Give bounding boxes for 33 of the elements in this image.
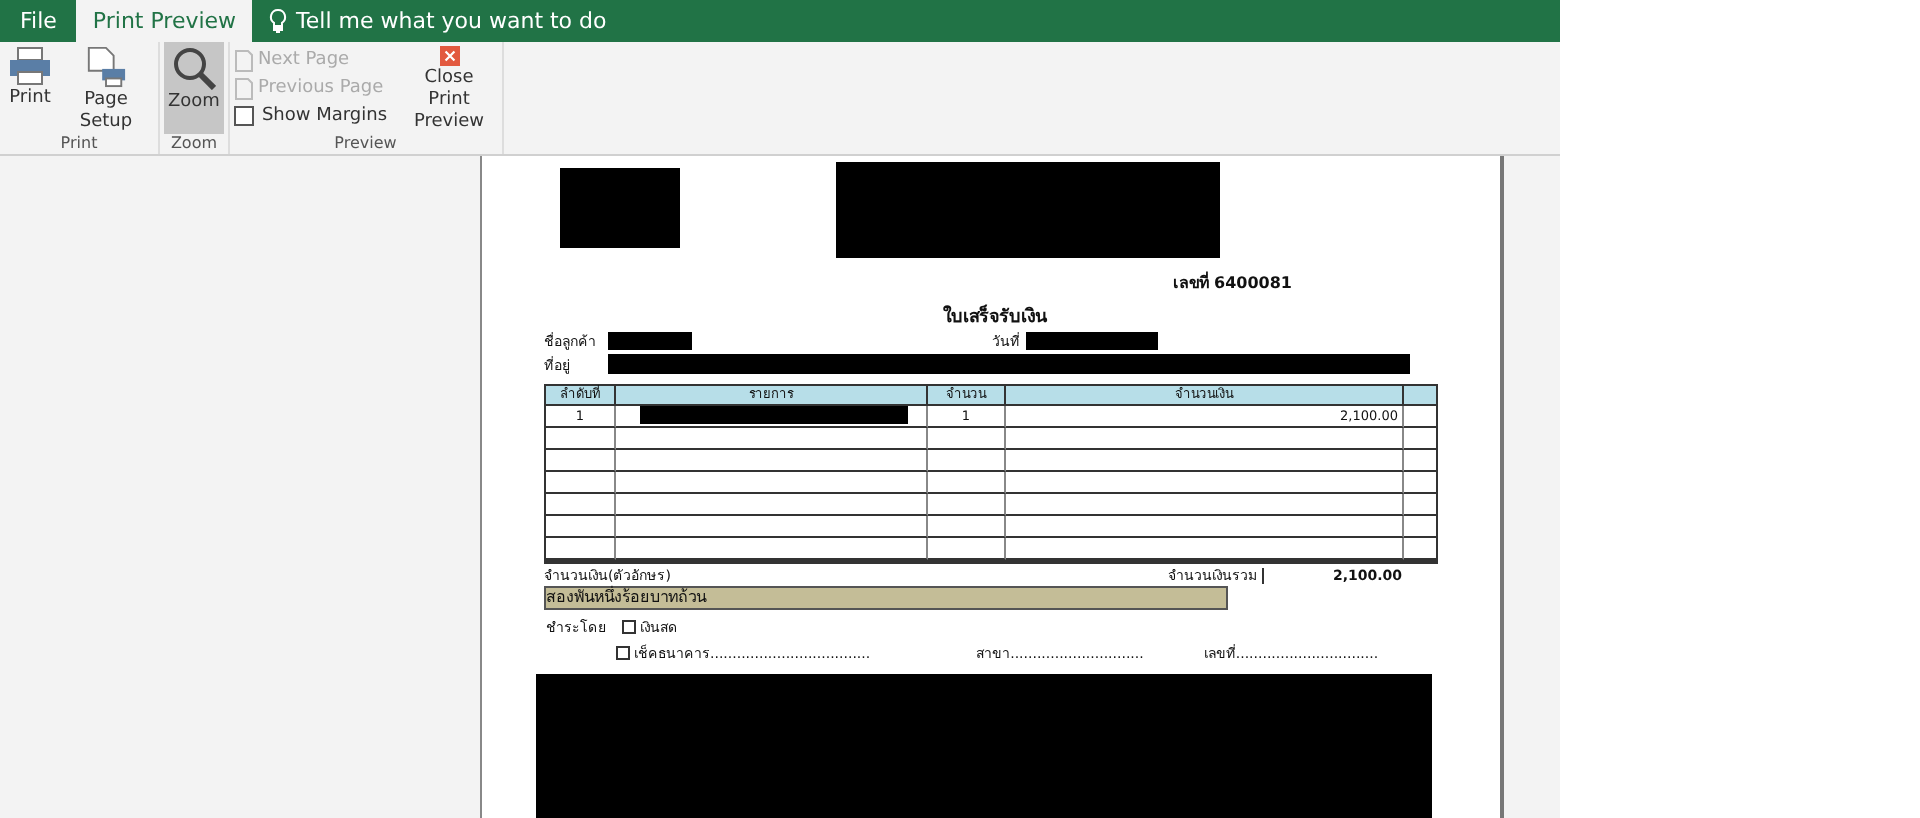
page-icon: [233, 77, 254, 99]
table-cell: [546, 493, 616, 516]
amount-in-words: สองพันหนึ่งร้อยบาทถ้วน: [544, 586, 1228, 611]
ribbon-button[interactable]: Close Print Preview: [401, 42, 498, 134]
table-cell: [546, 449, 616, 472]
lightbulb-icon: [268, 8, 289, 34]
ribbon-button[interactable]: Zoom: [164, 42, 224, 134]
table-cell: [928, 449, 1006, 472]
redaction-block: [608, 332, 692, 351]
table-cell: [928, 515, 1006, 538]
show-margins-checkbox[interactable]: Show Margins: [233, 104, 388, 128]
table-cell: [546, 427, 616, 450]
ribbon-button[interactable]: Print: [4, 42, 56, 134]
group-label: Preview: [332, 134, 399, 154]
redaction-block: [560, 168, 680, 248]
table-cell: [546, 537, 616, 560]
table-cell: [928, 427, 1006, 450]
redaction-block: [1026, 332, 1158, 351]
group-label: Print: [58, 134, 100, 154]
table-cell: [928, 493, 1006, 516]
tell-me-field[interactable]: Tell me what you want to do: [268, 0, 607, 42]
ribbon-tab[interactable]: File: [4, 0, 73, 42]
table-cell: [928, 537, 1006, 560]
receipt-number: เลขที่ 6400081: [1172, 270, 1292, 297]
table-cell: [546, 471, 616, 494]
search-icon: [171, 46, 216, 90]
group-label: Zoom: [168, 134, 219, 154]
receipt-title: ใบเสร็จรับเงิน: [943, 302, 1047, 331]
ribbon-tab[interactable]: Print Preview: [76, 0, 253, 42]
page-icon: [233, 49, 254, 71]
ribbon-button[interactable]: Page Setup: [58, 42, 154, 134]
table-cell: [928, 471, 1006, 494]
table-cell: [546, 515, 616, 538]
